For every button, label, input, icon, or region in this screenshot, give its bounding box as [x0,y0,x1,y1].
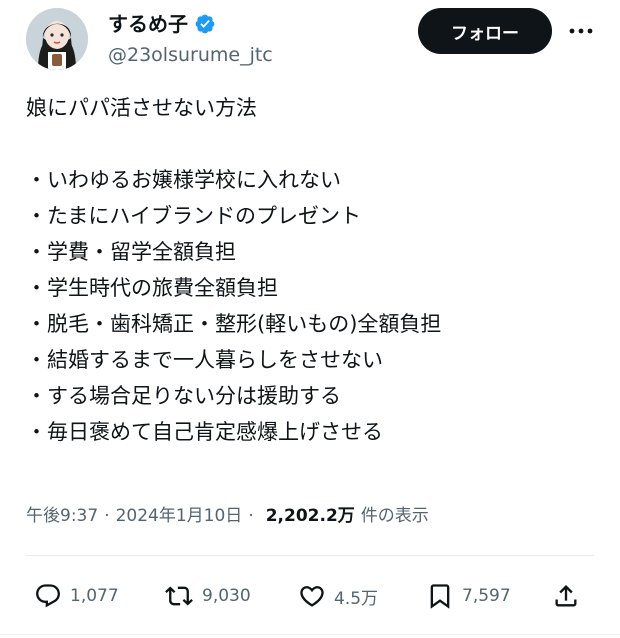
share-icon [552,582,580,610]
view-count-label: 件の表示 [360,506,429,526]
meta-separator: · [248,506,254,526]
reply-icon [34,582,62,610]
tweet-time[interactable]: 午後9:37 [26,501,98,526]
tweet-header: するめ子 @23olsurume_jtc フォロー [26,8,606,72]
heart-icon [298,582,326,610]
more-options-icon[interactable] [566,20,596,42]
tweet-date[interactable]: 2024年1月10日 [116,501,243,526]
tweet-line: ・脱毛・歯科矯正・整形(軽いもの)全額負担 [26,312,442,336]
tweet-line: ・いわゆるお嬢様学校に入れない [26,168,341,192]
tweet-meta: 午後9:37 · 2024年1月10日 · 2,202.2万 件の表示 [26,501,429,526]
view-count[interactable]: 2,202.2万 [266,501,355,526]
avatar[interactable] [26,8,88,70]
meta-separator: · [104,506,110,526]
bookmark-icon [426,582,454,610]
tweet-line: ・学生時代の旅費全額負担 [26,276,278,300]
repost-count: 9,030 [202,586,251,606]
follow-button[interactable]: フォロー [418,8,552,54]
repost-icon [164,582,194,610]
action-bar: 1,077 9,030 4.5万 7,597 [34,576,594,616]
verified-badge-icon [194,13,216,35]
share-button[interactable] [552,576,580,616]
bookmark-button[interactable]: 7,597 [426,576,511,616]
reply-count: 1,077 [70,586,119,606]
tweet-text: 娘にパパ活させない方法 ・いわゆるお嬢様学校に入れない ・たまにハイブランドのプ… [26,90,596,450]
repost-button[interactable]: 9,030 [164,576,251,616]
handle[interactable]: @23olsurume_jtc [108,44,273,66]
tweet-line: ・する場合足りない分は援助する [26,384,341,408]
tweet-line: ・学費・留学全額負担 [26,240,236,264]
tweet-line: ・たまにハイブランドのプレゼント [26,204,361,228]
tweet-line: 娘にパパ活させない方法 [26,96,257,120]
reply-button[interactable]: 1,077 [34,576,119,616]
like-count: 4.5万 [334,588,379,609]
bookmark-count: 7,597 [462,586,511,606]
bottom-divider [0,634,620,635]
name-row: するめ子 [108,12,216,36]
tweet-line: ・結婚するまで一人暮らしをさせない [26,348,383,372]
like-button[interactable]: 4.5万 [298,576,378,616]
display-name[interactable]: するめ子 [108,12,188,36]
tweet-line: ・毎日褒めて自己肯定感爆上げさせる [26,420,383,444]
avatar-illustration [26,8,88,70]
divider [26,555,594,556]
